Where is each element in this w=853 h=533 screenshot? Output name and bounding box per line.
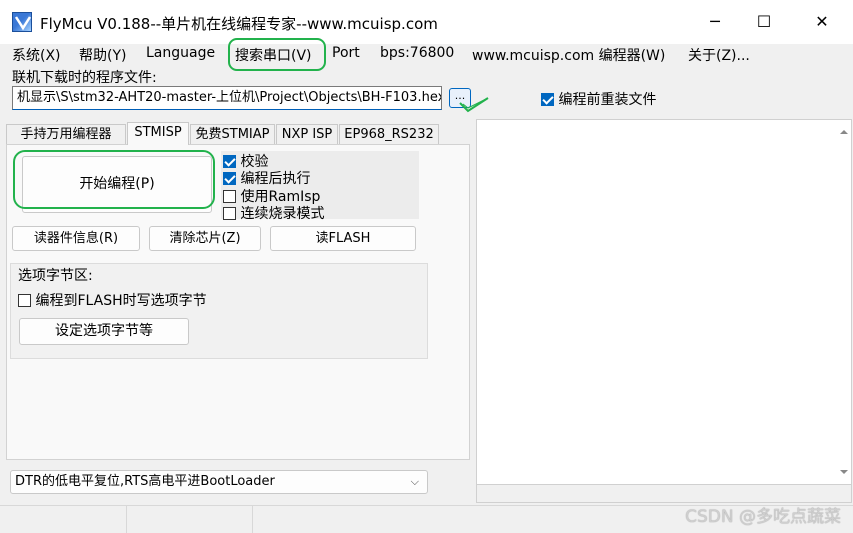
reload-before-program-label: 编程前重装文件 <box>558 92 657 108</box>
menu-programmer[interactable]: www.mcuisp.com 编程器(W) <box>472 45 665 65</box>
menu-port[interactable]: Port <box>332 45 360 61</box>
reset-mode-select[interactable]: DTR的低电平复位,RTS高电平进BootLoader ⌵ <box>10 470 428 494</box>
menu-language[interactable]: Language <box>146 45 215 61</box>
vertical-scrollbar[interactable] <box>837 120 851 484</box>
minimize-button[interactable]: ─ <box>695 8 735 36</box>
checkmark-icon <box>459 97 489 113</box>
checkbox-checked-icon <box>223 155 236 168</box>
tab-free-stmiap[interactable]: 免费STMIAP <box>190 124 275 144</box>
menu-about[interactable]: 关于(Z)... <box>688 45 750 65</box>
tab-ep968-rs232[interactable]: EP968_RS232 <box>339 124 439 144</box>
write-option-bytes-checkbox[interactable]: 编程到FLASH时写选项字节 <box>18 290 207 310</box>
menu-bar: 系统(X) 帮助(Y) Language 搜索串口(V) Port bps:76… <box>0 44 853 66</box>
watermark: CSDN @多吃点蔬菜 <box>685 507 841 527</box>
erase-chip-button[interactable]: 清除芯片(Z) <box>149 226 261 251</box>
tab-nxp-isp[interactable]: NXP ISP <box>276 124 338 144</box>
status-pane <box>127 506 253 533</box>
title-bar: FlyMcu V0.188--单片机在线编程专家--www.mcuisp.com… <box>0 0 853 44</box>
checkbox-unchecked-icon <box>223 207 236 220</box>
search-port-highlight <box>228 38 326 71</box>
scroll-down-icon[interactable] <box>837 466 851 478</box>
maximize-button[interactable]: ☐ <box>744 8 784 36</box>
start-button-highlight <box>13 150 215 209</box>
file-label: 联机下载时的程序文件: <box>12 70 157 86</box>
menu-system[interactable]: 系统(X) <box>12 45 61 65</box>
checkbox-unchecked-icon <box>223 190 236 203</box>
menu-help[interactable]: 帮助(Y) <box>79 45 126 65</box>
tab-handheld-programmer[interactable]: 手持万用编程器 <box>6 124 126 144</box>
horizontal-scrollbar[interactable] <box>476 485 852 503</box>
tab-stmisp[interactable]: STMISP <box>127 122 189 145</box>
reload-before-program-checkbox[interactable]: 编程前重装文件 <box>541 89 656 109</box>
continuous-burn-checkbox[interactable]: 连续烧录模式 <box>223 203 324 223</box>
close-button[interactable]: ✕ <box>802 8 842 36</box>
set-option-bytes-button[interactable]: 设定选项字节等 <box>19 318 189 345</box>
scroll-up-icon[interactable] <box>837 126 851 138</box>
window-title: FlyMcu V0.188--单片机在线编程专家--www.mcuisp.com <box>40 15 438 33</box>
write-option-bytes-label: 编程到FLASH时写选项字节 <box>35 293 207 309</box>
menu-bps[interactable]: bps:76800 <box>380 45 454 61</box>
checkbox-checked-icon <box>541 93 554 106</box>
option-bytes-title: 选项字节区: <box>18 268 93 284</box>
checkbox-checked-icon <box>223 172 236 185</box>
run-after-program-checkbox[interactable]: 编程后执行 <box>223 168 310 188</box>
read-flash-button[interactable]: 读FLASH <box>270 226 416 251</box>
hex-file-path-input[interactable]: 机显示\S\stm32-AHT20-master-上位机\Project\Obj… <box>12 86 442 110</box>
checkbox-unchecked-icon <box>18 294 31 307</box>
log-output-area[interactable] <box>476 119 852 485</box>
reset-mode-value: DTR的低电平复位,RTS高电平进BootLoader <box>15 474 275 489</box>
app-logo-icon <box>12 12 32 32</box>
chevron-down-icon: ⌵ <box>410 475 419 488</box>
continuous-burn-label: 连续烧录模式 <box>240 206 325 222</box>
status-pane <box>0 506 127 533</box>
run-after-program-label: 编程后执行 <box>240 171 311 187</box>
read-device-info-button[interactable]: 读器件信息(R) <box>12 226 140 251</box>
